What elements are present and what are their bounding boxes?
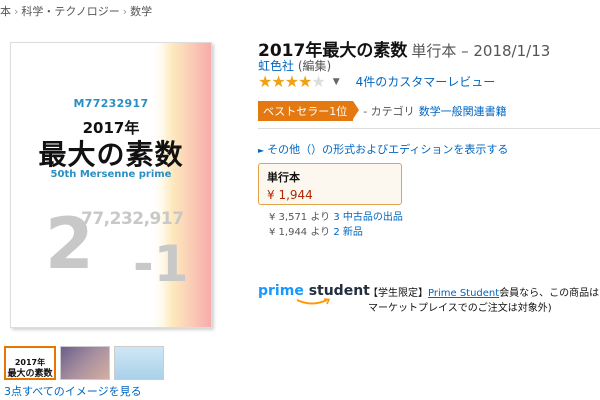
cover-formula-tail: -1 — [133, 235, 189, 293]
thumbnail-3[interactable] — [114, 346, 164, 380]
used-offer: ¥ 3,571 より 3 中古品の出品 — [269, 210, 403, 225]
thumbnail-cover[interactable]: 2017年 最大の素数 — [4, 346, 56, 380]
thumbnail-cover-title: 最大の素数 — [7, 369, 53, 379]
new-offer: ¥ 1,944 より 2 新品 — [269, 225, 403, 240]
other-formats-text: その他（）の形式およびエディションを表示する — [267, 143, 509, 156]
star-half-icon: ★ — [311, 72, 325, 91]
product-format-date: 単行本 – 2018/1/13 — [411, 42, 551, 60]
breadcrumb-books[interactable]: 本 — [0, 5, 11, 18]
prime-student-link[interactable]: Prime Student — [428, 288, 499, 299]
cover-code: M77232917 — [73, 97, 149, 110]
thumbnail-strip: 2017年 最大の素数 — [4, 346, 164, 380]
breadcrumb: 本 › 科学・テクノロジー › 数学 — [0, 3, 152, 19]
triangle-right-icon: ► — [258, 146, 265, 155]
breadcrumb-math[interactable]: 数学 — [130, 5, 152, 18]
breadcrumb-science[interactable]: 科学・テクノロジー — [21, 5, 119, 18]
star-rating[interactable]: ★★★★★ — [258, 72, 326, 91]
used-offers-link[interactable]: 3 中古品の出品 — [333, 212, 403, 223]
prime-student-wordmark: prime student — [258, 283, 370, 299]
new-price: ¥ 1,944 — [269, 227, 308, 238]
logo-student: student — [308, 283, 370, 299]
bestseller-row: ベストセラー1位 - カテゴリ 数学一般関連書籍 — [258, 101, 507, 121]
category-label: - カテゴリ — [363, 105, 415, 118]
offers-list: ¥ 3,571 より 3 中古品の出品 ¥ 1,944 より 2 新品 — [269, 210, 403, 240]
bestseller-badge[interactable]: ベストセラー1位 — [258, 101, 360, 121]
promo-line-1: 【学生限定】Prime Student会員なら、この商品は10% — [368, 286, 600, 301]
prime-student-promo: 【学生限定】Prime Student会員なら、この商品は10% マーケットプレ… — [368, 286, 600, 316]
prime-student-logo[interactable]: prime student — [258, 283, 370, 306]
cover-subtitle: 50th Mersenne prime — [50, 169, 172, 180]
publisher-link[interactable]: 虹色社 — [258, 59, 294, 73]
breadcrumb-separator: › — [122, 5, 128, 18]
format-selector-hardcover[interactable]: 単行本 ¥ 1,944 — [258, 163, 402, 205]
breadcrumb-separator: › — [14, 5, 19, 18]
thumbnail-2[interactable] — [60, 346, 110, 380]
publisher-role: (編集) — [297, 59, 332, 73]
all-images-link[interactable]: 3点すべてのイメージを見る — [4, 383, 142, 399]
cover-formula-exponent: 77,232,917 — [81, 209, 184, 229]
format-price: ¥ 1,944 — [267, 188, 313, 202]
rating-row: ★★★★★ ▼ 4件のカスタマーレビュー — [258, 72, 495, 91]
new-offers-link[interactable]: 2 新品 — [333, 227, 363, 238]
promo-rest: 会員なら、この商品は10% — [499, 288, 600, 299]
stars-full: ★★★★ — [258, 72, 312, 91]
cover-title: 最大の素数 — [38, 138, 184, 171]
promo-line-2: マーケットプレイスでのご注文は対象外) — [368, 303, 552, 314]
divider — [258, 128, 600, 129]
used-price: ¥ 3,571 — [269, 212, 308, 223]
other-formats-link[interactable]: ► その他（）の形式およびエディションを表示する — [258, 141, 508, 157]
used-from: より — [310, 212, 331, 223]
book-cover-image[interactable]: M77232917 2017年 最大の素数 50th Mersenne prim… — [10, 42, 212, 328]
format-label: 単行本 — [267, 171, 300, 184]
smile-arrow-icon — [296, 298, 331, 305]
promo-prefix: 【学生限定】 — [368, 288, 428, 299]
new-from: より — [310, 227, 331, 238]
logo-prime: prime — [258, 283, 304, 299]
chevron-down-icon[interactable]: ▼ — [333, 77, 340, 87]
customer-reviews-link[interactable]: 4件のカスタマーレビュー — [356, 73, 496, 90]
category-link[interactable]: 数学一般関連書籍 — [419, 103, 507, 119]
